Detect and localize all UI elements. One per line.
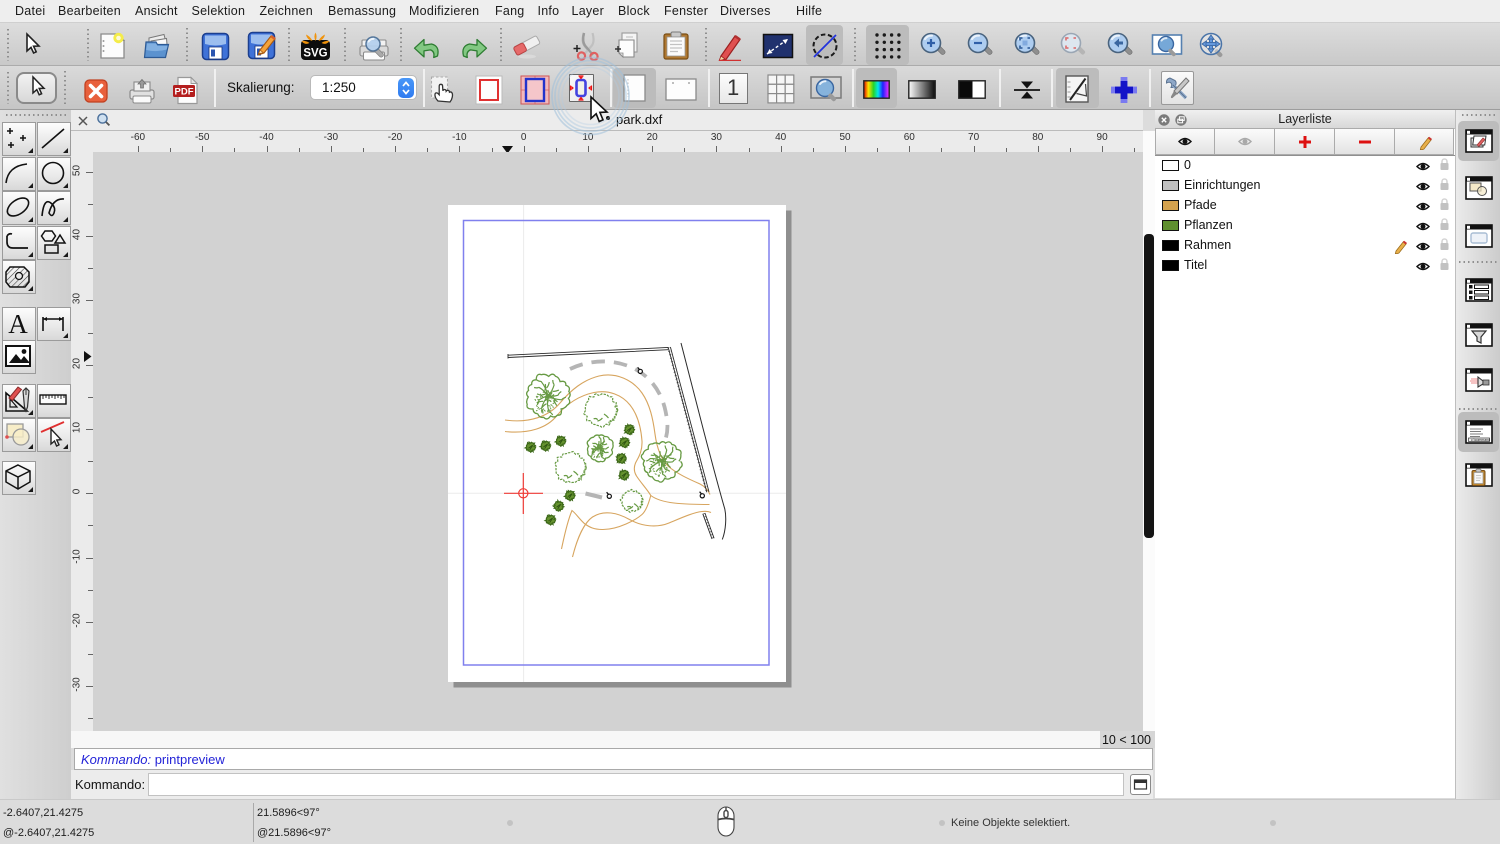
svg-text:c:\command: c:\command: [1471, 438, 1490, 442]
svg-text:SVG: SVG: [303, 48, 327, 60]
svg-text:A: A: [8, 309, 28, 338]
svg-text:PDF: PDF: [174, 87, 193, 98]
